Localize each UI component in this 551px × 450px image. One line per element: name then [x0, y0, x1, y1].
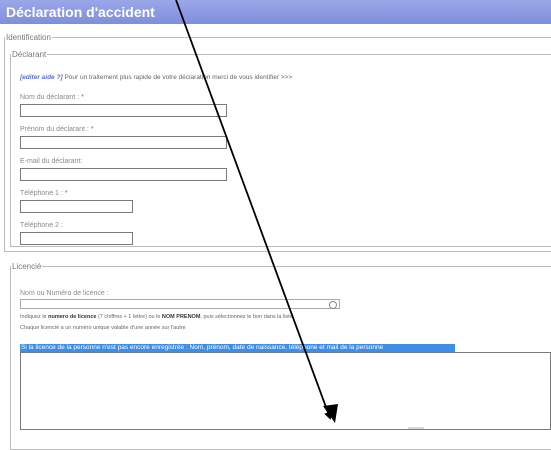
arrow-annotation-icon [175, 0, 338, 423]
